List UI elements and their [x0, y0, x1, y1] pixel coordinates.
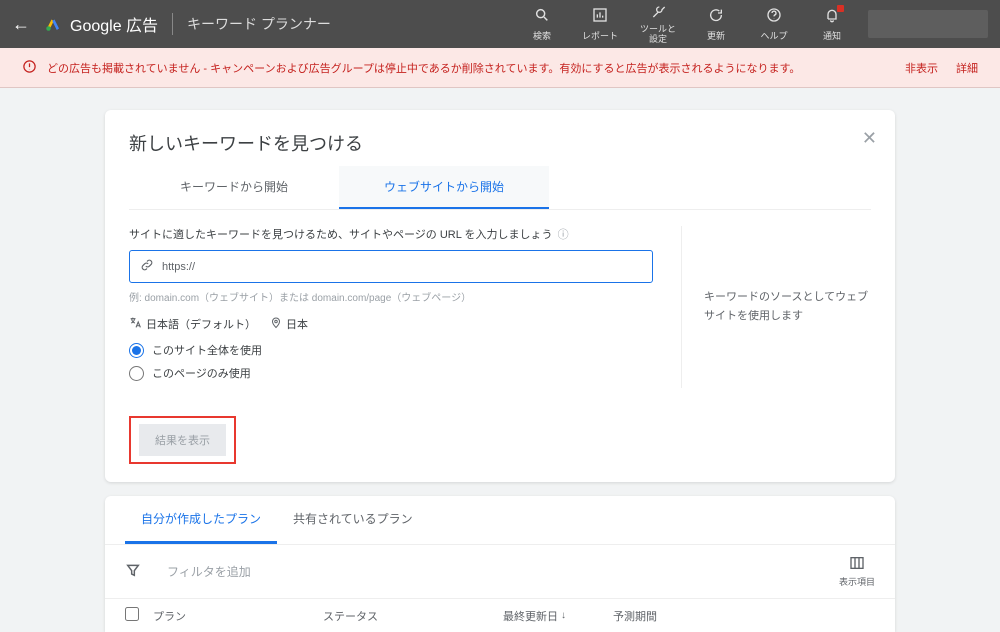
- app-header: ← Google 広告 キーワード プランナー 検索 レポート ツールと 設定: [0, 0, 1000, 48]
- account-chip[interactable]: [868, 10, 988, 38]
- side-note-text: キーワードのソースとしてウェブサイトを使用します: [704, 288, 871, 325]
- url-input-box[interactable]: [129, 250, 653, 283]
- filter-row: フィルタを追加 表示項目: [105, 545, 895, 599]
- warning-icon: [22, 59, 37, 77]
- brand-text: Google 広告: [70, 12, 158, 36]
- add-filter-button[interactable]: フィルタを追加: [167, 563, 839, 580]
- nav-search-label: 検索: [533, 29, 551, 42]
- th-updated[interactable]: 最終更新日 ↓: [503, 608, 613, 624]
- input-mode-tabs: キーワードから開始 ウェブサイトから開始: [129, 166, 871, 210]
- columns-label: 表示項目: [839, 575, 875, 588]
- header-nav: 検索 レポート ツールと 設定 更新 ヘルプ: [524, 3, 850, 45]
- nav-refresh[interactable]: 更新: [698, 7, 734, 42]
- radio-whole-site-label: このサイト全体を使用: [152, 342, 262, 358]
- link-icon: [140, 258, 154, 275]
- location-icon: [270, 317, 282, 332]
- th-period[interactable]: 予測期間: [613, 608, 713, 624]
- nav-help-label: ヘルプ: [760, 29, 787, 42]
- nav-help[interactable]: ヘルプ: [756, 7, 792, 42]
- alert-message: どの広告も掲載されていません - キャンペーンおよび広告グループは停止中であるか…: [47, 60, 887, 76]
- radio-this-page[interactable]: このページのみ使用: [129, 365, 653, 381]
- location-selector[interactable]: 日本: [270, 316, 308, 332]
- help-tooltip-icon[interactable]: ⓘ: [558, 229, 569, 241]
- location-label: 日本: [286, 316, 308, 332]
- nav-tools-label: ツールと 設定: [640, 25, 676, 45]
- alert-hide-link[interactable]: 非表示: [905, 60, 938, 76]
- instruction-label: サイトに適したキーワードを見つけるため、サイトやページの URL を入力しましょ…: [129, 229, 553, 241]
- header-divider: [172, 13, 173, 35]
- show-results-button[interactable]: 結果を表示: [139, 424, 226, 456]
- language-selector[interactable]: 日本語（デフォルト）: [129, 316, 256, 332]
- keyword-discovery-card: ✕ 新しいキーワードを見つける キーワードから開始 ウェブサイトから開始 サイト…: [105, 110, 895, 482]
- side-note: キーワードのソースとしてウェブサイトを使用します: [681, 226, 871, 388]
- columns-icon: [849, 555, 865, 575]
- nav-report-label: レポート: [582, 29, 618, 42]
- language-label: 日本語（デフォルト）: [146, 316, 256, 332]
- th-plan[interactable]: プラン: [153, 608, 323, 624]
- sort-arrow-icon: ↓: [561, 610, 566, 621]
- tab-start-with-website[interactable]: ウェブサイトから開始: [339, 166, 549, 209]
- th-updated-label: 最終更新日: [503, 608, 558, 624]
- nav-notify[interactable]: 通知: [814, 7, 850, 42]
- radio-whole-site-input[interactable]: [129, 343, 144, 358]
- bell-icon: [824, 7, 840, 28]
- translate-icon: [129, 316, 142, 332]
- instruction-text: サイトに適したキーワードを見つけるため、サイトやページの URL を入力しましょ…: [129, 226, 653, 242]
- tab-my-plans[interactable]: 自分が作成したプラン: [125, 496, 277, 544]
- close-icon[interactable]: ✕: [862, 128, 877, 149]
- plans-tabs: 自分が作成したプラン 共有されているプラン: [105, 496, 895, 545]
- tab-shared-plans[interactable]: 共有されているプラン: [277, 496, 429, 544]
- search-icon: [534, 7, 550, 28]
- chart-icon: [592, 7, 608, 28]
- nav-notify-label: 通知: [823, 29, 841, 42]
- select-all-checkbox[interactable]: [125, 607, 139, 621]
- url-hint: 例: domain.com（ウェブサイト）または domain.com/page…: [129, 289, 653, 304]
- radio-this-page-input[interactable]: [129, 366, 144, 381]
- refresh-icon: [708, 7, 724, 28]
- url-input[interactable]: [162, 261, 642, 273]
- nav-refresh-label: 更新: [707, 29, 725, 42]
- page-title: キーワード プランナー: [187, 14, 331, 34]
- tab-start-with-keywords[interactable]: キーワードから開始: [129, 166, 339, 209]
- back-arrow-icon[interactable]: ←: [12, 14, 36, 35]
- filter-icon[interactable]: [125, 562, 141, 582]
- alert-bar: どの広告も掲載されていません - キャンペーンおよび広告グループは停止中であるか…: [0, 48, 1000, 88]
- nav-tools[interactable]: ツールと 設定: [640, 3, 676, 45]
- google-ads-logo: [44, 15, 62, 33]
- wrench-icon: [650, 3, 666, 24]
- nav-report[interactable]: レポート: [582, 7, 618, 42]
- radio-this-page-label: このページのみ使用: [152, 365, 251, 381]
- notification-badge: [837, 5, 844, 12]
- help-icon: [766, 7, 782, 28]
- card-title: 新しいキーワードを見つける: [129, 130, 871, 156]
- scope-radios: このサイト全体を使用 このページのみ使用: [129, 342, 653, 381]
- nav-search[interactable]: 検索: [524, 7, 560, 42]
- plans-card: 自分が作成したプラン 共有されているプラン フィルタを追加 表示項目 プラン ス…: [105, 496, 895, 632]
- alert-detail-link[interactable]: 詳細: [956, 60, 978, 76]
- columns-button[interactable]: 表示項目: [839, 555, 875, 588]
- radio-whole-site[interactable]: このサイト全体を使用: [129, 342, 653, 358]
- submit-highlight-box: 結果を表示: [129, 416, 236, 464]
- table-header: プラン ステータス 最終更新日 ↓ 予測期間: [105, 599, 895, 632]
- th-status[interactable]: ステータス: [323, 608, 503, 624]
